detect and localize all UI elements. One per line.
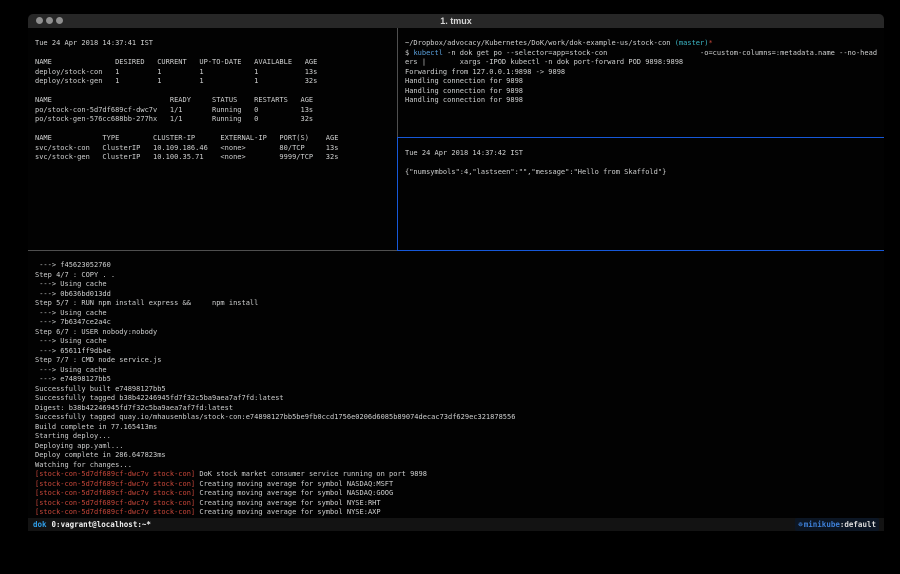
- desktop-background: 1. tmux Tue 24 Apr 2018 14:37:41 IST NAM…: [0, 0, 900, 574]
- pane-kubectl-resources[interactable]: Tue 24 Apr 2018 14:37:41 IST NAME DESIRE…: [28, 35, 403, 261]
- terminal-line: [405, 159, 890, 169]
- terminal-line: deploy/stock-con 1 1 1 1 13s: [35, 68, 403, 78]
- terminal-line: Successfully tagged b38b42246945fd7f32c5…: [35, 394, 890, 404]
- window-titlebar[interactable]: 1. tmux: [28, 14, 884, 28]
- terminal-line: Step 6/7 : USER nobody:nobody: [35, 328, 890, 338]
- terminal-line: Successfully built e74898127bb5: [35, 385, 890, 395]
- terminal-line: [stock-con-5d7df689cf-dwc7v stock-con] C…: [35, 480, 890, 490]
- terminal-line: Deploy complete in 286.647823ms: [35, 451, 890, 461]
- terminal-line: svc/stock-con ClusterIP 10.109.186.46 <n…: [35, 144, 403, 154]
- zoom-window-button[interactable]: [56, 17, 63, 24]
- terminal-line: Handling connection for 9898: [405, 96, 890, 106]
- terminal-line: [35, 49, 403, 59]
- terminal-line: NAME READY STATUS RESTARTS AGE: [35, 96, 403, 106]
- pane-divider-main-active: [397, 250, 884, 251]
- terminal-line: [stock-con-5d7df689cf-dwc7v stock-con] C…: [35, 489, 890, 499]
- terminal-line: ~/Dropbox/advocacy/Kubernetes/DoK/work/d…: [405, 39, 890, 49]
- kube-namespace: :default: [840, 520, 876, 529]
- terminal-line: NAME TYPE CLUSTER-IP EXTERNAL-IP PORT(S)…: [35, 134, 403, 144]
- terminal-line: ---> 65611ff9db4e: [35, 347, 890, 357]
- pane-service-output[interactable]: Tue 24 Apr 2018 14:37:42 IST {"numsymbol…: [398, 145, 890, 261]
- terminal-line: ---> 0b636bd013dd: [35, 290, 890, 300]
- terminal-line: Handling connection for 9898: [405, 77, 890, 87]
- terminal-line: po/stock-gen-576cc688bb-277hx 1/1 Runnin…: [35, 115, 403, 125]
- terminal-line: Build complete in 77.165413ms: [35, 423, 890, 433]
- terminal-line: Deploying app.yaml...: [35, 442, 890, 452]
- tmux-window-label[interactable]: 0:vagrant@localhost:~*: [52, 518, 151, 531]
- terminal-line: ---> Using cache: [35, 280, 890, 290]
- terminal-line: {"numsymbols":4,"lastseen":"","message":…: [405, 168, 890, 178]
- terminal-line: Starting deploy...: [35, 432, 890, 442]
- terminal-line: Step 4/7 : COPY . .: [35, 271, 890, 281]
- terminal-line: Tue 24 Apr 2018 14:37:41 IST: [35, 39, 403, 49]
- pane-divider-horizontal-main[interactable]: [28, 250, 884, 251]
- close-window-button[interactable]: [36, 17, 43, 24]
- helm-wheel-icon: ☸: [798, 520, 803, 529]
- terminal-line: Step 5/7 : RUN npm install express && np…: [35, 299, 890, 309]
- window-title: 1. tmux: [28, 14, 884, 28]
- window-controls: [36, 17, 63, 24]
- terminal-line: [stock-con-5d7df689cf-dwc7v stock-con] D…: [35, 470, 890, 480]
- terminal-line: ---> Using cache: [35, 309, 890, 319]
- terminal-line: ---> 7b6347ce2a4c: [35, 318, 890, 328]
- kubernetes-context-indicator: ☸minikube:default: [795, 518, 879, 531]
- terminal-window: 1. tmux Tue 24 Apr 2018 14:37:41 IST NAM…: [28, 14, 884, 531]
- terminal-line: svc/stock-gen ClusterIP 10.100.35.71 <no…: [35, 153, 403, 163]
- terminal-line: po/stock-con-5d7df689cf-dwc7v 1/1 Runnin…: [35, 106, 403, 116]
- terminal-line: ---> Using cache: [35, 366, 890, 376]
- terminal-line: Successfully tagged quay.io/mhausenblas/…: [35, 413, 890, 423]
- terminal-line: [stock-con-5d7df689cf-dwc7v stock-con] C…: [35, 499, 890, 509]
- pane-skaffold-build-log[interactable]: ---> f45623052760Step 4/7 : COPY . . ---…: [28, 258, 890, 528]
- tmux-session-name[interactable]: dok: [33, 518, 47, 531]
- terminal-line: Handling connection for 9898: [405, 87, 890, 97]
- terminal-line: Step 7/7 : CMD node service.js: [35, 356, 890, 366]
- terminal-line: Watching for changes...: [35, 461, 890, 471]
- pane-divider-main-inactive: [28, 250, 397, 251]
- terminal-line: Tue 24 Apr 2018 14:37:42 IST: [405, 149, 890, 159]
- terminal-line: [stock-con-5d7df689cf-dwc7v stock-con] C…: [35, 508, 890, 518]
- kube-context-name: minikube: [804, 520, 840, 529]
- terminal-line: Digest: b38b42246945fd7f32c5ba9aea7af7fd…: [35, 404, 890, 414]
- terminal-line: [35, 125, 403, 135]
- terminal-line: ers | xargs -IPOD kubectl -n dok port-fo…: [405, 58, 890, 68]
- terminal-line: ---> e74898127bb5: [35, 375, 890, 385]
- terminal-line: ---> f45623052760: [35, 261, 890, 271]
- minimize-window-button[interactable]: [46, 17, 53, 24]
- terminal-line: $ kubectl -n dok get po --selector=app=s…: [405, 49, 890, 59]
- terminal-line: deploy/stock-gen 1 1 1 1 32s: [35, 77, 403, 87]
- tmux-status-bar: dok 0:vagrant@localhost:~* ☸minikube:def…: [28, 518, 884, 531]
- pane-divider-horizontal-right[interactable]: [398, 137, 884, 138]
- terminal-line: ---> Using cache: [35, 337, 890, 347]
- terminal-line: [35, 87, 403, 97]
- pane-port-forward[interactable]: ~/Dropbox/advocacy/Kubernetes/DoK/work/d…: [398, 35, 890, 148]
- terminal-line: Forwarding from 127.0.0.1:9898 -> 9898: [405, 68, 890, 78]
- terminal-line: NAME DESIRED CURRENT UP-TO-DATE AVAILABL…: [35, 58, 403, 68]
